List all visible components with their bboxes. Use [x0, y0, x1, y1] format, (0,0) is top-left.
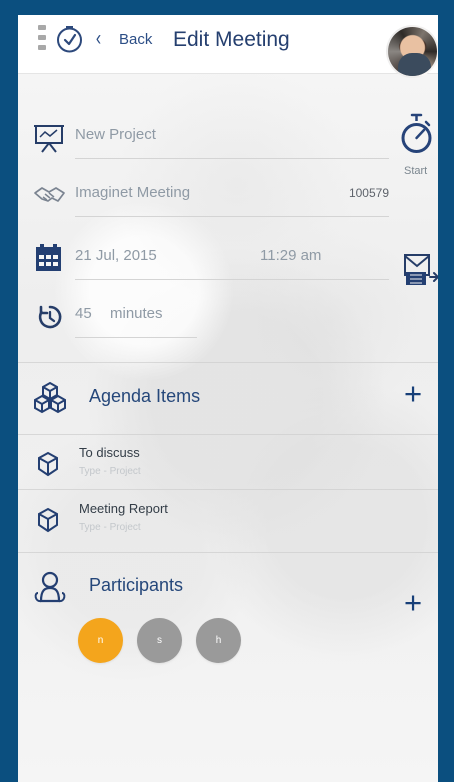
back-button-label[interactable]: Back: [119, 31, 152, 49]
page-title: Edit Meeting: [173, 28, 290, 51]
menu-bar-line: [38, 35, 46, 40]
meeting-time: 11:29 am: [260, 247, 322, 264]
handshake-icon: [33, 181, 67, 211]
project-name: New Project: [75, 126, 156, 143]
meeting-name-field[interactable]: Imaginet Meeting 100579: [33, 181, 389, 217]
participant-initial: n: [97, 635, 104, 646]
agenda-item-subtitle: Type - Project: [79, 522, 141, 533]
participant-avatar[interactable]: h: [196, 618, 241, 663]
agenda-divider: [18, 362, 438, 363]
agenda-section-title: Agenda Items: [89, 386, 201, 406]
meeting-id: 100579: [348, 186, 389, 200]
project-underline: [75, 158, 389, 159]
agenda-item-subtitle: Type - Project: [79, 466, 141, 477]
menu-bar-line: [38, 45, 46, 50]
participant-initial: h: [215, 635, 222, 646]
agenda-cubes-icon: [33, 380, 67, 414]
duration-field[interactable]: 45 minutes: [33, 302, 213, 338]
clock-icon: [33, 302, 67, 332]
duration-underline: [75, 337, 197, 338]
back-chevron-icon[interactable]: ‹: [96, 28, 101, 49]
edit-meeting-screen: ‹ Back Edit Meeting New Project Imaginet…: [18, 15, 438, 782]
duration-unit: minutes: [110, 305, 163, 322]
duration-value: 45: [75, 305, 92, 322]
participant-avatar[interactable]: s: [137, 618, 182, 663]
email-forward-icon[interactable]: [403, 246, 438, 292]
menu-icon[interactable]: [38, 25, 46, 51]
add-participant-button[interactable]: +: [404, 587, 422, 618]
agenda-item-divider: [18, 434, 438, 435]
participant-avatar[interactable]: n: [78, 618, 123, 663]
cube-icon: [36, 451, 60, 479]
participants-section-title: Participants: [89, 575, 184, 595]
stopwatch-icon[interactable]: [401, 112, 432, 160]
meeting-name-underline: [75, 216, 389, 217]
date-time-underline: [75, 279, 389, 280]
cube-icon: [36, 507, 60, 535]
start-label[interactable]: Start: [404, 164, 427, 178]
agenda-item-title: Meeting Report: [79, 501, 168, 516]
agenda-item-title: To discuss: [79, 445, 140, 460]
agenda-item[interactable]: Meeting Report Type - Project: [32, 501, 412, 549]
participants-icon: [33, 570, 67, 606]
meeting-name: Imaginet Meeting: [75, 184, 191, 201]
participant-initial: s: [157, 635, 162, 646]
agenda-item[interactable]: To discuss Type - Project: [32, 445, 412, 493]
timer-icon[interactable]: [55, 24, 84, 54]
presentation-icon: [33, 123, 67, 153]
menu-bar-line: [38, 25, 46, 30]
project-field[interactable]: New Project: [33, 123, 389, 159]
user-avatar[interactable]: [386, 25, 438, 78]
calendar-icon: [33, 244, 67, 274]
meeting-date: 21 Jul, 2015: [75, 247, 157, 264]
participants-divider: [18, 552, 438, 553]
add-agenda-button[interactable]: +: [404, 378, 422, 409]
top-navigation-bar: ‹ Back Edit Meeting: [18, 15, 438, 74]
date-time-field[interactable]: 21 Jul, 2015 11:29 am: [33, 244, 389, 280]
